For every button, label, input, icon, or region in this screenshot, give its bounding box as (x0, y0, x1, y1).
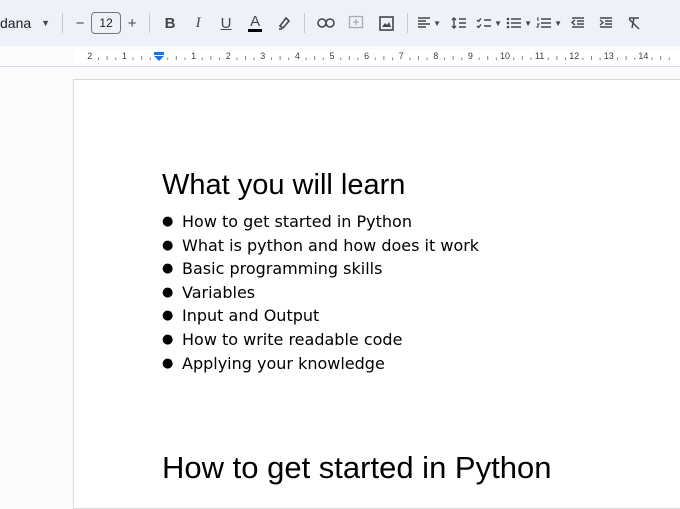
ruler-label: 5 (329, 51, 334, 61)
ruler-label: 4 (295, 51, 300, 61)
text-color-button[interactable]: A (240, 9, 270, 37)
caret-down-icon: ▼ (433, 18, 442, 28)
caret-down-icon: ▼ (41, 18, 51, 28)
insert-link-button[interactable] (311, 9, 341, 37)
toolbar: dana ▼ − 12 + B I U A ▼ ▼ ▼ ▼ (0, 0, 680, 46)
bullet-icon: ● (162, 308, 174, 324)
list-item-text: How to get started in Python (182, 212, 412, 231)
list-item: ● How to write readable code (162, 328, 479, 352)
font-family-select[interactable]: dana ▼ (0, 9, 56, 37)
document-canvas: What you will learn ● How to get started … (0, 67, 680, 509)
caret-down-icon: ▼ (494, 18, 503, 28)
checklist-button[interactable]: ▼ (474, 9, 504, 37)
list-item-text: Variables (182, 282, 256, 302)
ruler-label: 1 (122, 51, 127, 61)
ruler-label: 2 (226, 51, 231, 61)
ruler-label: 1 (191, 51, 196, 61)
left-indent-marker (154, 56, 164, 61)
divider (407, 13, 409, 33)
ruler-label: 10 (500, 51, 510, 61)
increase-indent-icon (599, 17, 613, 28)
bullet-icon: ● (162, 261, 174, 277)
bullet-icon: ● (162, 331, 174, 347)
italic-button[interactable]: I (184, 9, 212, 37)
list-item-text: What is python and how does it work (182, 235, 480, 255)
bullet-icon: ● (162, 214, 174, 229)
decrease-indent-button[interactable] (564, 9, 592, 37)
divider (62, 13, 64, 33)
underline-button[interactable]: U (212, 9, 240, 37)
ruler-label: 12 (569, 51, 579, 61)
ruler-label: 2 (87, 51, 92, 61)
divider (149, 13, 151, 33)
add-comment-button[interactable] (341, 9, 371, 37)
ruler-label: 11 (535, 51, 544, 61)
text-color-icon: A (250, 12, 261, 30)
heading-what-you-will-learn: What you will learn (162, 169, 406, 201)
highlight-color-button[interactable] (270, 9, 298, 37)
bullet-icon: ● (162, 237, 174, 253)
bullet-list: ● How to get started in Python ● What is p… (162, 210, 480, 376)
font-family-label: dana (0, 15, 32, 31)
ruler-scale: 2 1 1 2 3 4 5 6 7 8 9 10 11 12 13 14 (87, 51, 670, 61)
numbered-list-icon (536, 17, 552, 28)
list-item: ● Variables (162, 281, 479, 305)
clear-formatting-button[interactable] (620, 9, 648, 37)
insert-image-button[interactable] (371, 9, 401, 37)
text-color-swatch (248, 28, 263, 32)
comment-plus-icon (348, 15, 364, 29)
line-spacing-button[interactable] (444, 9, 474, 37)
ruler-label: 14 (638, 51, 648, 61)
highlighter-icon (278, 16, 291, 30)
ruler-label: 3 (260, 51, 265, 61)
list-item: ● Input and Output (162, 304, 479, 328)
numbered-list-button[interactable]: ▼ (534, 9, 564, 37)
ruler-label: 9 (468, 51, 473, 61)
ruler-label: 13 (604, 51, 614, 61)
font-size-input[interactable]: 12 (91, 12, 122, 34)
ruler-label: 6 (364, 51, 369, 61)
caret-down-icon: ▼ (524, 18, 533, 28)
line-spacing-icon (451, 17, 467, 29)
bullet-icon: ● (162, 284, 174, 300)
caret-down-icon: ▼ (554, 18, 563, 28)
list-item: ● Applying your knowledge (162, 352, 479, 376)
increase-indent-button[interactable] (592, 9, 620, 37)
bulleted-list-button[interactable]: ▼ (504, 9, 534, 37)
horizontal-ruler[interactable]: 2 1 1 2 3 4 5 6 7 8 9 10 11 12 13 14 (0, 46, 680, 67)
list-item-text: Applying your knowledge (182, 353, 385, 373)
clear-formatting-icon (628, 17, 640, 30)
bullet-icon: ● (162, 355, 174, 371)
ruler-label: 7 (399, 51, 404, 61)
checklist-icon (476, 18, 492, 29)
align-button[interactable]: ▼ (414, 9, 444, 37)
link-icon (317, 18, 335, 28)
list-item: ● Basic programming skills (162, 257, 479, 281)
align-left-icon (418, 17, 431, 28)
list-item: ● What is python and how does it work (162, 234, 480, 258)
list-item-text: Input and Output (182, 306, 320, 326)
bold-button[interactable]: B (156, 9, 184, 37)
divider (304, 13, 306, 33)
bulleted-list-icon (506, 17, 522, 29)
heading-how-to-get-started: How to get started in Python (162, 450, 552, 485)
ruler-label: 8 (433, 51, 438, 61)
decrease-font-size-button[interactable]: − (69, 9, 91, 37)
first-line-indent-marker (154, 52, 164, 55)
list-item-text: Basic programming skills (182, 259, 383, 279)
list-item: ● How to get started in Python (162, 210, 479, 234)
document-page[interactable]: What you will learn ● How to get started … (73, 79, 680, 509)
decrease-indent-icon (571, 17, 585, 28)
increase-font-size-button[interactable]: + (121, 9, 143, 37)
list-item-text: How to write readable code (182, 329, 403, 349)
image-icon (378, 15, 394, 31)
